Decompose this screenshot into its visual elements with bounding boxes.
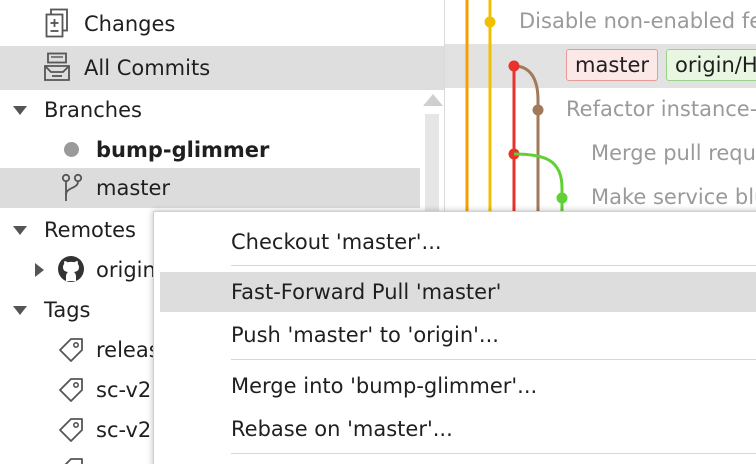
commit-message: Make service blu: [591, 185, 756, 209]
branch-label: bump-glimmer: [96, 138, 270, 162]
sidebar-item-changes[interactable]: Changes: [0, 2, 444, 46]
menu-item-checkout[interactable]: Checkout 'master'...: [160, 222, 756, 262]
current-branch-dot-icon: [64, 142, 79, 157]
commit-node[interactable]: [532, 104, 544, 116]
commit-node[interactable]: [484, 16, 496, 28]
menu-item-fast-forward-pull[interactable]: Fast-Forward Pull 'master': [160, 272, 756, 312]
chevron-down-icon[interactable]: [13, 106, 27, 115]
menu-item-rebase[interactable]: Rebase on 'master'...: [160, 409, 756, 449]
remote-label: origin: [96, 258, 156, 282]
tag-icon: [64, 458, 83, 464]
tag-icon: [59, 418, 83, 442]
section-title: Branches: [44, 98, 142, 122]
branch-context-menu: Checkout 'master'... Fast-Forward Pull '…: [153, 211, 756, 464]
menu-item-merge[interactable]: Merge into 'bump-glimmer'...: [160, 366, 756, 406]
sidebar-item-label: All Commits: [84, 56, 211, 80]
menu-separator: [231, 265, 756, 266]
scroll-up-arrow-icon[interactable]: [423, 94, 443, 106]
menu-item-label: Fast-Forward Pull 'master': [231, 280, 502, 304]
branch-ref-badge[interactable]: master: [566, 49, 659, 81]
menu-item-label: Checkout 'master'...: [231, 230, 442, 254]
tag-label: releas: [96, 338, 160, 362]
chevron-right-icon[interactable]: [35, 263, 44, 277]
menu-item-label: Push 'master' to 'origin'...: [231, 323, 499, 347]
chevron-down-icon[interactable]: [13, 226, 27, 235]
commits-icon: [44, 52, 70, 81]
tag-icon: [59, 338, 83, 362]
tag-label: sc-v2.: [96, 378, 158, 402]
github-icon: [58, 256, 84, 282]
commit-node[interactable]: [556, 192, 568, 204]
section-header-branches[interactable]: Branches: [0, 88, 444, 132]
sidebar-item-all-commits[interactable]: All Commits: [0, 46, 444, 90]
branch-item-bump-glimmer[interactable]: bump-glimmer: [0, 128, 444, 172]
branch-item-master[interactable]: master: [0, 168, 420, 208]
section-title: Tags: [44, 298, 91, 322]
branch-icon: [61, 173, 83, 201]
sidebar-item-label: Changes: [84, 12, 176, 36]
chevron-down-icon[interactable]: [13, 306, 27, 315]
section-title: Remotes: [44, 218, 136, 242]
tag-icon: [59, 378, 83, 402]
tag-label: sc-v2.: [96, 418, 158, 442]
menu-separator: [231, 359, 756, 360]
commit-node[interactable]: [508, 60, 520, 72]
changes-icon: [45, 8, 68, 38]
branch-label: master: [96, 176, 171, 200]
menu-item-label: Merge into 'bump-glimmer'...: [231, 374, 538, 398]
commit-message: Disable non-enabled fe: [519, 9, 756, 33]
app-window: Changes All Commits Branches bump-glimme…: [0, 0, 756, 464]
menu-item-push[interactable]: Push 'master' to 'origin'...: [160, 315, 756, 355]
commit-message: Merge pull requ: [591, 141, 756, 165]
menu-separator: [231, 453, 756, 454]
menu-item-label: Rebase on 'master'...: [231, 417, 453, 441]
commit-message: Refactor instance-: [566, 97, 756, 121]
remote-ref-badge[interactable]: origin/H: [666, 49, 756, 81]
